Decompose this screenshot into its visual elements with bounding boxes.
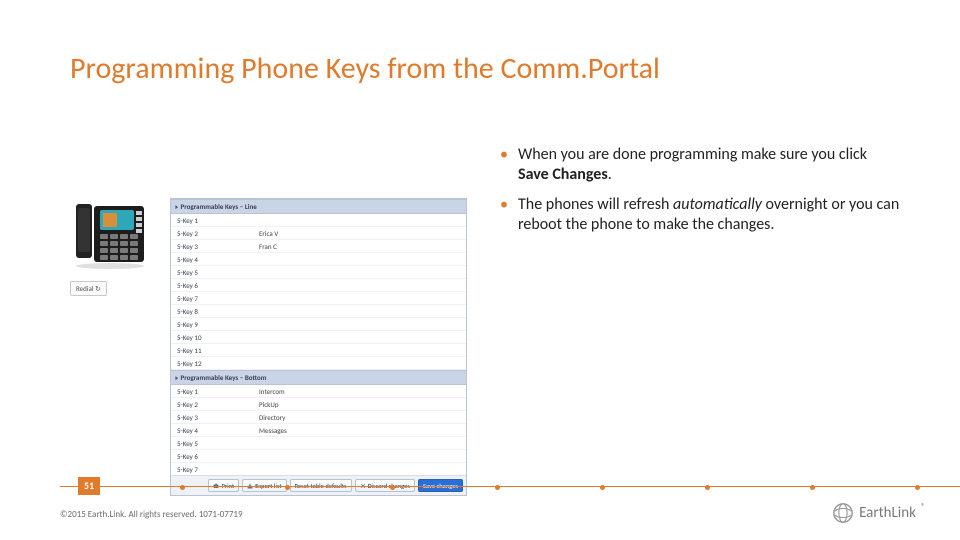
key-row[interactable]: 5-Key 4 bbox=[171, 253, 466, 266]
key-row[interactable]: 5-Key 4Messages bbox=[171, 424, 466, 437]
bullet-list: When you are done programming make sure … bbox=[500, 145, 900, 245]
redial-button[interactable]: Redial ↻ bbox=[70, 281, 107, 296]
key-row[interactable]: 5-Key 5 bbox=[171, 437, 466, 450]
pager-dot bbox=[810, 485, 815, 490]
phone-image: Redial ↻ bbox=[70, 200, 150, 296]
bullet-1: When you are done programming make sure … bbox=[500, 145, 900, 185]
key-row[interactable]: 5-Key 1 bbox=[171, 214, 466, 227]
key-row[interactable]: 5-Key 3Fran C bbox=[171, 240, 466, 253]
key-row[interactable]: 5-Key 7 bbox=[171, 463, 466, 475]
pager: 51 bbox=[60, 477, 960, 495]
earthlink-logo: EarthLink® bbox=[832, 502, 925, 524]
copyright: ©2015 Earth.Link. All rights reserved. 1… bbox=[60, 509, 243, 520]
slide-title: Programming Phone Keys from the Comm.Por… bbox=[70, 50, 660, 87]
key-row[interactable]: 5-Key 3Directory bbox=[171, 411, 466, 424]
key-row[interactable]: 5-Key 8 bbox=[171, 305, 466, 318]
key-row[interactable]: 5-Key 1Intercom bbox=[171, 385, 466, 398]
key-row[interactable]: 5-Key 9 bbox=[171, 318, 466, 331]
programmable-keys-panel: ▸Programmable Keys – Line5-Key 15-Key 2E… bbox=[170, 198, 467, 496]
key-row[interactable]: 5-Key 7 bbox=[171, 292, 466, 305]
key-row[interactable]: 5-Key 11 bbox=[171, 344, 466, 357]
bullet-2: The phones will refresh automatically ov… bbox=[500, 195, 900, 235]
key-row[interactable]: 5-Key 6 bbox=[171, 279, 466, 292]
pager-dot bbox=[705, 485, 710, 490]
pager-dot bbox=[600, 485, 605, 490]
section-header[interactable]: ▸Programmable Keys – Bottom bbox=[171, 370, 466, 385]
pager-dot bbox=[180, 485, 185, 490]
key-row[interactable]: 5-Key 12 bbox=[171, 357, 466, 370]
section-header[interactable]: ▸Programmable Keys – Line bbox=[171, 199, 466, 214]
pager-dot bbox=[285, 485, 290, 490]
pager-dot bbox=[390, 485, 395, 490]
key-row[interactable]: 5-Key 10 bbox=[171, 331, 466, 344]
key-row[interactable]: 5-Key 2PickUp bbox=[171, 398, 466, 411]
pager-dot bbox=[915, 485, 920, 490]
pager-dot bbox=[495, 485, 500, 490]
key-row[interactable]: 5-Key 6 bbox=[171, 450, 466, 463]
key-row[interactable]: 5-Key 5 bbox=[171, 266, 466, 279]
key-row[interactable]: 5-Key 2Erica V bbox=[171, 227, 466, 240]
